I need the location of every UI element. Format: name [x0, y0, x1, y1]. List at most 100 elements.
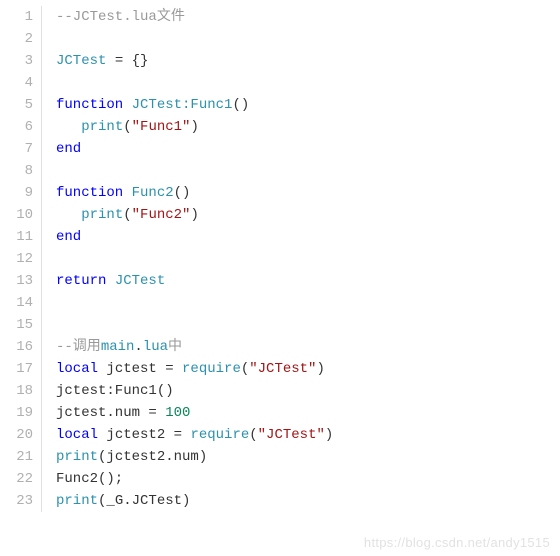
- punct-token: .: [134, 339, 142, 355]
- line-number: 7: [0, 138, 33, 160]
- code-line: print(_G.JCTest): [56, 490, 560, 512]
- punct-token: ): [325, 427, 333, 443]
- function-call-token: require: [190, 427, 249, 443]
- keyword-token: local: [56, 361, 98, 377]
- indent-token: [56, 119, 81, 135]
- line-number: 1: [0, 6, 33, 28]
- code-line: local jctest = require("JCTest"): [56, 358, 560, 380]
- code-line: jctest.num = 100: [56, 402, 560, 424]
- identifier-token: JCTest: [115, 273, 165, 289]
- line-number: 22: [0, 468, 33, 490]
- code-line: [56, 314, 560, 336]
- space-token: [123, 97, 131, 113]
- function-call-token: print: [56, 493, 98, 509]
- line-number: 5: [0, 94, 33, 116]
- punct-token: ): [316, 361, 324, 377]
- line-number: 15: [0, 314, 33, 336]
- code-line: JCTest = {}: [56, 50, 560, 72]
- number-token: 100: [165, 405, 190, 421]
- identifier-token: (jctest2.num): [98, 449, 207, 465]
- punct-token: (: [123, 119, 131, 135]
- code-content: --JCTest.lua文件 JCTest = {} function JCTe…: [42, 6, 560, 512]
- line-number: 10: [0, 204, 33, 226]
- line-number: 4: [0, 72, 33, 94]
- line-number: 23: [0, 490, 33, 512]
- code-line: function Func2(): [56, 182, 560, 204]
- identifier-token: jctest2 =: [98, 427, 190, 443]
- comment-token: --JCTest.lua文件: [56, 9, 185, 25]
- function-call-token: print: [81, 119, 123, 135]
- line-number: 9: [0, 182, 33, 204]
- line-number: 6: [0, 116, 33, 138]
- line-number: 20: [0, 424, 33, 446]
- watermark-text: https://blog.csdn.net/andy1515: [364, 535, 550, 550]
- code-line: Func2();: [56, 468, 560, 490]
- code-line: [56, 160, 560, 182]
- string-token: "JCTest": [249, 361, 316, 377]
- keyword-token: end: [56, 229, 81, 245]
- line-number: 12: [0, 248, 33, 270]
- identifier-token: (_G.JCTest): [98, 493, 190, 509]
- string-token: "Func2": [132, 207, 191, 223]
- identifier-token: lua: [143, 339, 168, 355]
- space-token: [123, 185, 131, 201]
- code-line: [56, 28, 560, 50]
- punct-token: (: [249, 427, 257, 443]
- keyword-token: return: [56, 273, 106, 289]
- code-line: end: [56, 138, 560, 160]
- code-line: local jctest2 = require("JCTest"): [56, 424, 560, 446]
- line-number: 3: [0, 50, 33, 72]
- line-number: 8: [0, 160, 33, 182]
- keyword-token: local: [56, 427, 98, 443]
- code-line: jctest:Func1(): [56, 380, 560, 402]
- code-line: return JCTest: [56, 270, 560, 292]
- keyword-token: function: [56, 97, 123, 113]
- punct-token: (: [241, 361, 249, 377]
- code-line: --调用main.lua中: [56, 336, 560, 358]
- line-number: 2: [0, 28, 33, 50]
- line-number: 13: [0, 270, 33, 292]
- punct-token: ): [190, 207, 198, 223]
- line-number: 11: [0, 226, 33, 248]
- code-line: print(jctest2.num): [56, 446, 560, 468]
- code-line: [56, 72, 560, 94]
- comment-token: --调用: [56, 339, 101, 355]
- punct-token: (): [232, 97, 249, 113]
- code-line: print("Func2"): [56, 204, 560, 226]
- line-number: 14: [0, 292, 33, 314]
- code-block: 1234567891011121314151617181920212223 --…: [0, 0, 560, 512]
- space-token: [106, 273, 114, 289]
- punct-token: ): [190, 119, 198, 135]
- identifier-token: main: [101, 339, 135, 355]
- function-call-token: require: [182, 361, 241, 377]
- identifier-token: JCTest: [56, 53, 106, 69]
- line-number: 18: [0, 380, 33, 402]
- code-line: end: [56, 226, 560, 248]
- punct-token: (): [174, 185, 191, 201]
- code-line: [56, 292, 560, 314]
- code-line: [56, 248, 560, 270]
- line-number: 21: [0, 446, 33, 468]
- string-token: "Func1": [132, 119, 191, 135]
- code-line: --JCTest.lua文件: [56, 6, 560, 28]
- string-token: "JCTest": [258, 427, 325, 443]
- line-number-gutter: 1234567891011121314151617181920212223: [0, 6, 42, 512]
- punct-token: = {}: [106, 53, 148, 69]
- keyword-token: end: [56, 141, 81, 157]
- comment-token: 中: [168, 339, 182, 355]
- punct-token: (: [123, 207, 131, 223]
- line-number: 17: [0, 358, 33, 380]
- function-call-token: print: [81, 207, 123, 223]
- identifier-token: jctest =: [98, 361, 182, 377]
- line-number: 19: [0, 402, 33, 424]
- identifier-token: jctest.num =: [56, 405, 165, 421]
- code-line: print("Func1"): [56, 116, 560, 138]
- function-name-token: Func2: [132, 185, 174, 201]
- function-call-token: print: [56, 449, 98, 465]
- identifier-token: Func2();: [56, 471, 123, 487]
- line-number: 16: [0, 336, 33, 358]
- indent-token: [56, 207, 81, 223]
- code-line: function JCTest:Func1(): [56, 94, 560, 116]
- identifier-token: jctest:Func1(): [56, 383, 174, 399]
- function-name-token: JCTest:Func1: [132, 97, 233, 113]
